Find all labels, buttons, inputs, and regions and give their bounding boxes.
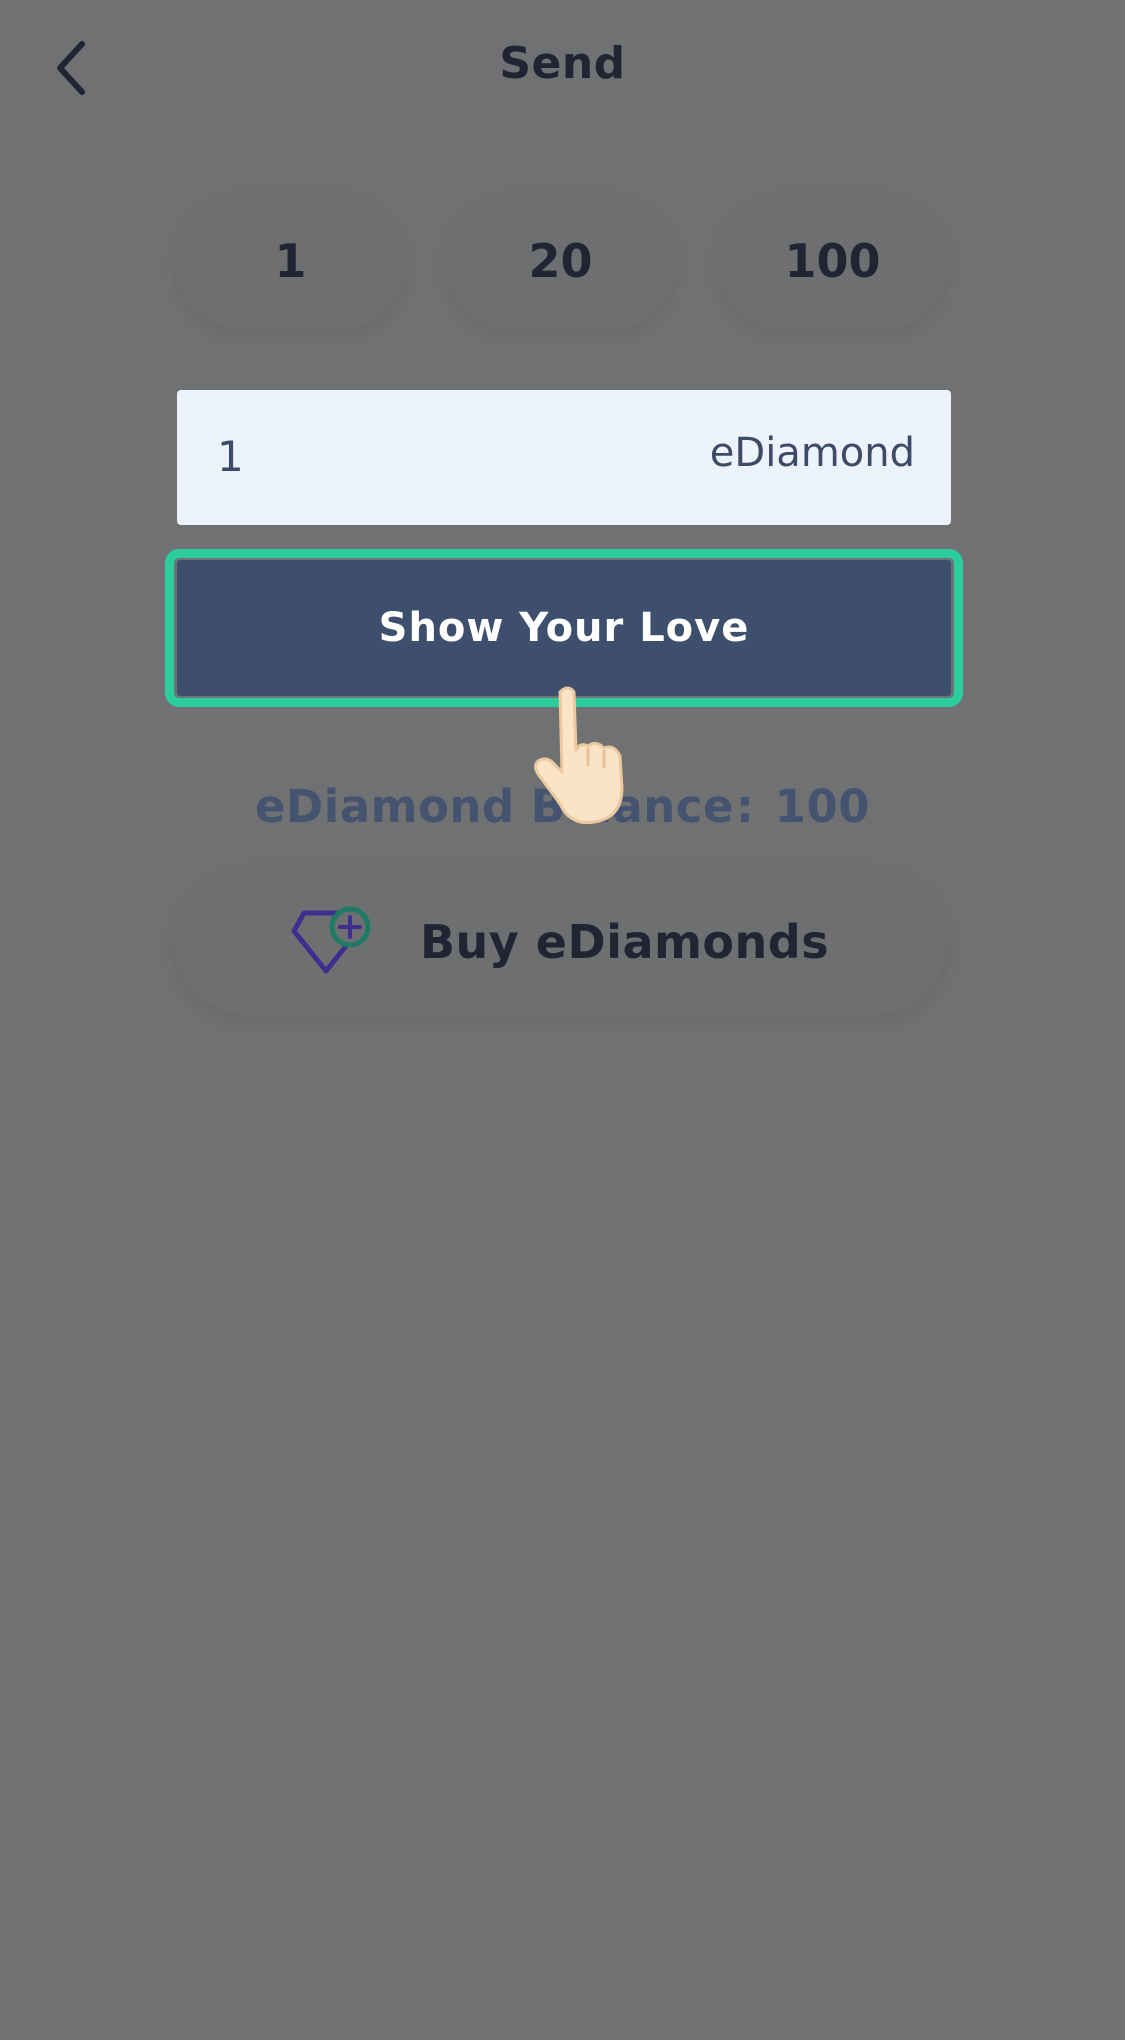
page-title: Send: [499, 38, 626, 89]
show-your-love-button[interactable]: Show Your Love: [177, 560, 951, 696]
header-bar: Send: [0, 0, 1125, 135]
balance-separator: :: [735, 780, 755, 833]
balance-label: eDiamond Balance: [254, 780, 734, 833]
amount-input-value: 1: [217, 432, 244, 481]
amount-unit-label: eDiamond: [709, 430, 915, 476]
quick-amount-20-button[interactable]: 20: [444, 192, 677, 330]
diamond-plus-icon: [291, 906, 371, 974]
quick-amount-100-button[interactable]: 100: [716, 192, 949, 330]
balance-value: 100: [774, 780, 871, 833]
balance-row: eDiamond Balance: 100: [0, 780, 1125, 833]
quick-amount-1-button[interactable]: 1: [174, 192, 407, 330]
buy-ediamonds-button[interactable]: Buy eDiamonds: [174, 867, 948, 1015]
amount-input-field[interactable]: 1 eDiamond: [177, 390, 951, 525]
buy-ediamonds-label: Buy eDiamonds: [420, 915, 830, 969]
